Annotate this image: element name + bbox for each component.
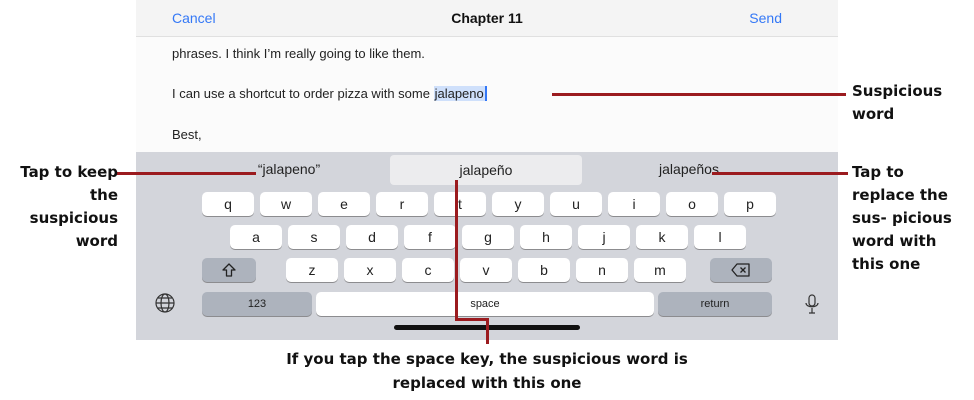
callout-space-key-text: If you tap the space key, the suspicious…: [286, 350, 688, 392]
key-z[interactable]: z: [286, 258, 338, 282]
callout-line-space-drop: [486, 318, 489, 344]
delete-key[interactable]: [710, 258, 772, 282]
key-y[interactable]: y: [492, 192, 544, 216]
callout-space-key: If you tap the space key, the suspicious…: [0, 347, 974, 395]
key-w[interactable]: w: [260, 192, 312, 216]
globe-button[interactable]: [154, 292, 178, 316]
key-o[interactable]: o: [666, 192, 718, 216]
key-x[interactable]: x: [344, 258, 396, 282]
key-s[interactable]: s: [288, 225, 340, 249]
suggestion-keep-original[interactable]: “jalapeno”: [214, 152, 364, 186]
key-u[interactable]: u: [550, 192, 602, 216]
message-line-3[interactable]: Best,: [172, 127, 202, 142]
key-d[interactable]: d: [346, 225, 398, 249]
callout-suspicious-word: Suspicious word: [852, 82, 943, 123]
keyboard: “jalapeno” jalapeño jalapeños qwertyuiop…: [136, 152, 838, 340]
navigation-bar: Cancel Chapter 11 Send: [136, 0, 838, 37]
key-c[interactable]: c: [402, 258, 454, 282]
suggestion-bar: “jalapeno” jalapeño jalapeños: [136, 152, 838, 186]
key-q[interactable]: q: [202, 192, 254, 216]
key-i[interactable]: i: [608, 192, 660, 216]
callout-replace-word: Tap to replace the sus- picious word wit…: [852, 163, 952, 273]
callout-line-suspicious: [552, 93, 846, 96]
key-e[interactable]: e: [318, 192, 370, 216]
callout-line-space-horizontal: [455, 318, 488, 321]
key-v[interactable]: v: [460, 258, 512, 282]
shift-icon: [222, 263, 236, 277]
selected-word[interactable]: jalapeno: [433, 86, 485, 101]
callout-line-space-vertical: [455, 180, 458, 320]
key-n[interactable]: n: [576, 258, 628, 282]
key-b[interactable]: b: [518, 258, 570, 282]
device-screen: Cancel Chapter 11 Send phrases. I think …: [136, 0, 838, 340]
delete-backspace-icon: [731, 263, 750, 277]
key-t[interactable]: t: [434, 192, 486, 216]
key-f[interactable]: f: [404, 225, 456, 249]
numbers-key[interactable]: 123: [202, 292, 312, 316]
suggestion-autocorrect[interactable]: jalapeño: [390, 155, 582, 185]
send-button[interactable]: Send: [749, 10, 782, 26]
callout-keep-word: Tap to keep the suspicious word: [20, 163, 118, 250]
space-key[interactable]: space: [316, 292, 654, 316]
key-m[interactable]: m: [634, 258, 686, 282]
dictation-button[interactable]: [804, 292, 824, 316]
key-h[interactable]: h: [520, 225, 572, 249]
callout-line-keep: [116, 172, 256, 175]
message-line-2[interactable]: I can use a shortcut to order pizza with…: [172, 86, 487, 101]
message-line-2-text: I can use a shortcut to order pizza with…: [172, 86, 434, 101]
key-k[interactable]: k: [636, 225, 688, 249]
key-a[interactable]: a: [230, 225, 282, 249]
shift-key[interactable]: [202, 258, 256, 282]
key-l[interactable]: l: [694, 225, 746, 249]
globe-icon: [155, 293, 175, 313]
page-title: Chapter 11: [451, 10, 523, 26]
key-r[interactable]: r: [376, 192, 428, 216]
key-g[interactable]: g: [462, 225, 514, 249]
text-cursor: [484, 86, 487, 101]
callout-line-replace: [712, 172, 848, 175]
key-j[interactable]: j: [578, 225, 630, 249]
microphone-icon: [805, 294, 819, 314]
return-key[interactable]: return: [658, 292, 772, 316]
suggestion-alternative[interactable]: jalapeños: [614, 152, 764, 186]
key-p[interactable]: p: [724, 192, 776, 216]
message-line-1[interactable]: phrases. I think I’m really going to lik…: [172, 46, 425, 61]
